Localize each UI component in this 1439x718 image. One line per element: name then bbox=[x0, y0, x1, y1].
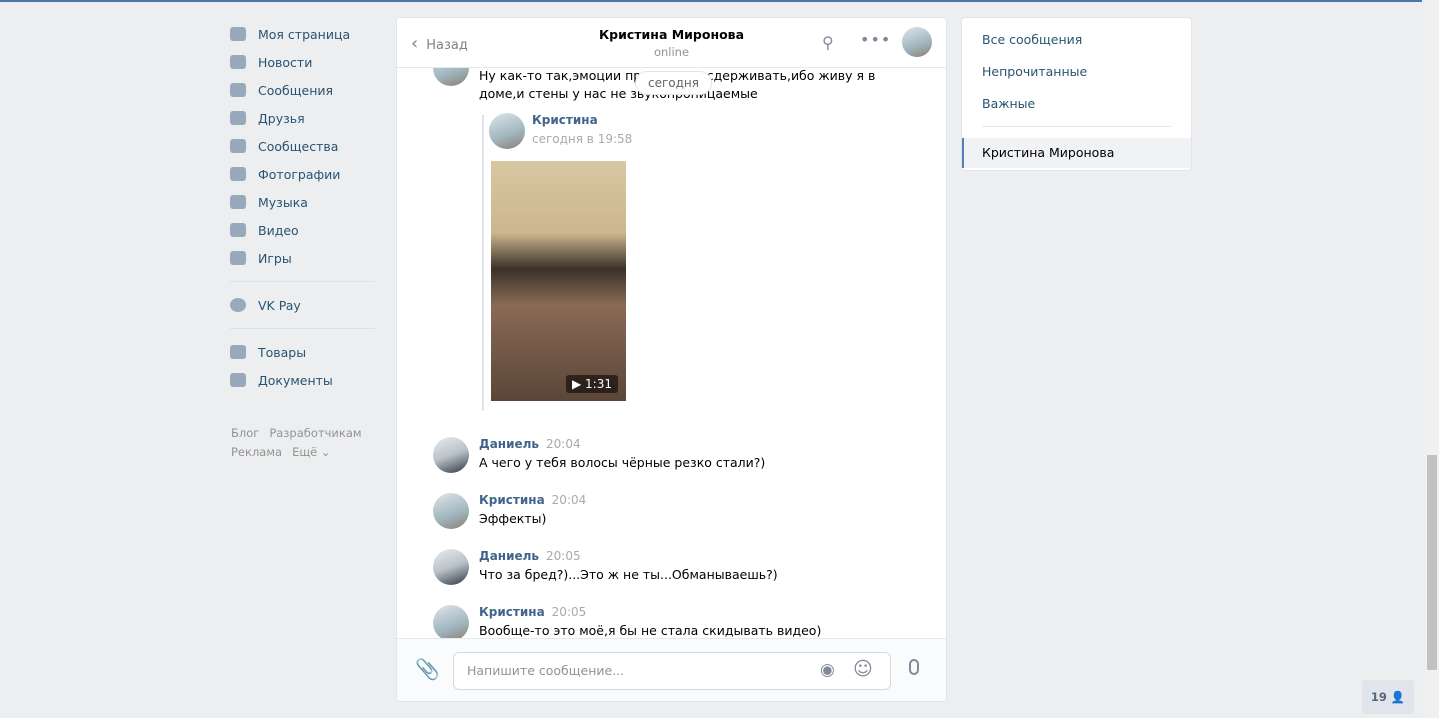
user-icon bbox=[230, 111, 246, 125]
more-icon[interactable]: ••• bbox=[860, 30, 891, 49]
avatar[interactable] bbox=[489, 113, 525, 149]
author: Кристина 20:04 bbox=[479, 493, 586, 507]
bag-icon bbox=[230, 345, 246, 359]
message-list: Ну как-то так,эмоции приходится сдержива… bbox=[397, 18, 946, 641]
author: Даниель 20:04 bbox=[479, 437, 581, 451]
author: Даниель 20:05 bbox=[479, 549, 581, 563]
camera-icon[interactable]: ◉ bbox=[820, 660, 835, 680]
message-text: Эффекты) bbox=[479, 511, 547, 526]
home-icon bbox=[230, 27, 246, 41]
nav-communities[interactable]: Сообщества bbox=[230, 132, 375, 160]
nav-friends[interactable]: Друзья bbox=[230, 104, 375, 132]
message-time: 20:05 bbox=[546, 549, 581, 563]
footer-links: Блог Разработчикам Реклама Ещё ⌄ bbox=[231, 424, 372, 462]
microphone-icon[interactable] bbox=[909, 659, 919, 675]
camera-icon bbox=[230, 167, 246, 181]
forwarded-author[interactable]: Кристина bbox=[532, 113, 598, 127]
nav-goods[interactable]: Товары bbox=[230, 338, 375, 366]
avatar[interactable] bbox=[433, 493, 469, 529]
nav-vkpay[interactable]: VK Pay bbox=[230, 291, 375, 319]
nav-label: Друзья bbox=[258, 110, 305, 126]
divider bbox=[230, 328, 375, 329]
link-ads[interactable]: Реклама bbox=[231, 445, 282, 459]
filter-important[interactable]: Важные bbox=[962, 88, 1191, 120]
message-time: 20:04 bbox=[551, 493, 587, 507]
left-nav: Моя страница Новости Сообщения Друзья Со… bbox=[230, 20, 375, 394]
scrollbar[interactable] bbox=[1425, 0, 1439, 718]
nav-label: Игры bbox=[258, 250, 292, 266]
nav-video[interactable]: Видео bbox=[230, 216, 375, 244]
filter-all[interactable]: Все сообщения bbox=[962, 24, 1191, 56]
conversation-item-active[interactable]: Кристина Миронова bbox=[962, 138, 1191, 168]
nav-documents[interactable]: Документы bbox=[230, 366, 375, 394]
video-attachment[interactable]: ▶ 1:31 bbox=[491, 161, 626, 401]
nav-label: Видео bbox=[258, 222, 299, 238]
nav-games[interactable]: Игры bbox=[230, 244, 375, 272]
link-developers[interactable]: Разработчикам bbox=[269, 426, 361, 440]
nav-label: Фотографии bbox=[258, 166, 341, 182]
paperclip-icon[interactable]: 📎 bbox=[415, 657, 440, 681]
smile-icon[interactable]: ☺ bbox=[853, 658, 873, 680]
forward-line bbox=[482, 115, 484, 411]
users-icon bbox=[230, 139, 246, 153]
divider bbox=[982, 126, 1171, 127]
avatar[interactable] bbox=[433, 549, 469, 585]
nav-label: Товары bbox=[258, 344, 307, 360]
link-more[interactable]: Ещё ⌄ bbox=[292, 445, 330, 459]
link-blog[interactable]: Блог bbox=[231, 426, 259, 440]
message-time: 20:04 bbox=[546, 437, 581, 451]
nav-my-page[interactable]: Моя страница bbox=[230, 20, 375, 48]
right-filter-panel: Все сообщения Непрочитанные Важные Крист… bbox=[961, 17, 1192, 171]
author-name[interactable]: Даниель bbox=[479, 437, 539, 451]
scrollbar-thumb[interactable] bbox=[1427, 455, 1437, 670]
nav-label: Сообщества bbox=[258, 138, 339, 154]
message-text: А чего у тебя волосы чёрные резко стали?… bbox=[479, 455, 766, 470]
nav-label: Моя страница bbox=[258, 26, 351, 42]
avatar[interactable] bbox=[433, 605, 469, 641]
search-icon[interactable]: ⚲ bbox=[822, 33, 834, 52]
document-icon bbox=[230, 373, 246, 387]
nav-label: Сообщения bbox=[258, 82, 334, 98]
nav-label: VK Pay bbox=[258, 297, 301, 313]
message-time: 20:05 bbox=[551, 605, 587, 619]
author-name[interactable]: Кристина bbox=[479, 493, 545, 507]
author-name[interactable]: Даниель bbox=[479, 549, 539, 563]
video-duration: ▶ 1:31 bbox=[566, 375, 618, 393]
filter-unread[interactable]: Непрочитанные bbox=[962, 56, 1191, 88]
message-text: Что за бред?)...Это ж не ты...Обманываеш… bbox=[479, 567, 778, 582]
input-placeholder: Напишите сообщение... bbox=[467, 663, 625, 678]
author-name[interactable]: Кристина bbox=[479, 605, 545, 619]
news-icon bbox=[230, 55, 246, 69]
gamepad-icon bbox=[230, 251, 246, 265]
chat-header: ‹ Назад Кристина Миронова online ⚲ ••• bbox=[397, 18, 946, 68]
nav-label: Документы bbox=[258, 372, 333, 388]
user-icon: 👤 bbox=[1390, 690, 1406, 704]
nav-photos[interactable]: Фотографии bbox=[230, 160, 375, 188]
music-icon bbox=[230, 195, 246, 209]
film-icon bbox=[230, 223, 246, 237]
message-text: доме,и стены у нас не звукопроницаемые bbox=[479, 86, 758, 101]
badge-count: 19 bbox=[1370, 690, 1387, 704]
nav-label: Новости bbox=[258, 54, 313, 70]
chat-icon bbox=[230, 83, 246, 97]
message-text: Вообще-то это моё,я бы не стала скидыват… bbox=[479, 623, 822, 638]
nav-news[interactable]: Новости bbox=[230, 48, 375, 76]
chat-panel: ‹ Назад Кристина Миронова online ⚲ ••• се… bbox=[396, 17, 947, 702]
compose-bar: 📎 Напишите сообщение... ◉ ☺ bbox=[397, 638, 946, 701]
top-bar bbox=[0, 0, 1422, 2]
avatar[interactable] bbox=[902, 27, 932, 57]
ruble-icon bbox=[230, 298, 246, 312]
author: Кристина 20:05 bbox=[479, 605, 586, 619]
online-friends-badge[interactable]: 19 👤 bbox=[1362, 680, 1414, 714]
nav-messages[interactable]: Сообщения bbox=[230, 76, 375, 104]
nav-music[interactable]: Музыка bbox=[230, 188, 375, 216]
nav-label: Музыка bbox=[258, 194, 308, 210]
date-pill: сегодня bbox=[635, 71, 712, 95]
avatar[interactable] bbox=[433, 437, 469, 473]
forwarded-time: сегодня в 19:58 bbox=[532, 132, 633, 146]
divider bbox=[230, 281, 375, 282]
